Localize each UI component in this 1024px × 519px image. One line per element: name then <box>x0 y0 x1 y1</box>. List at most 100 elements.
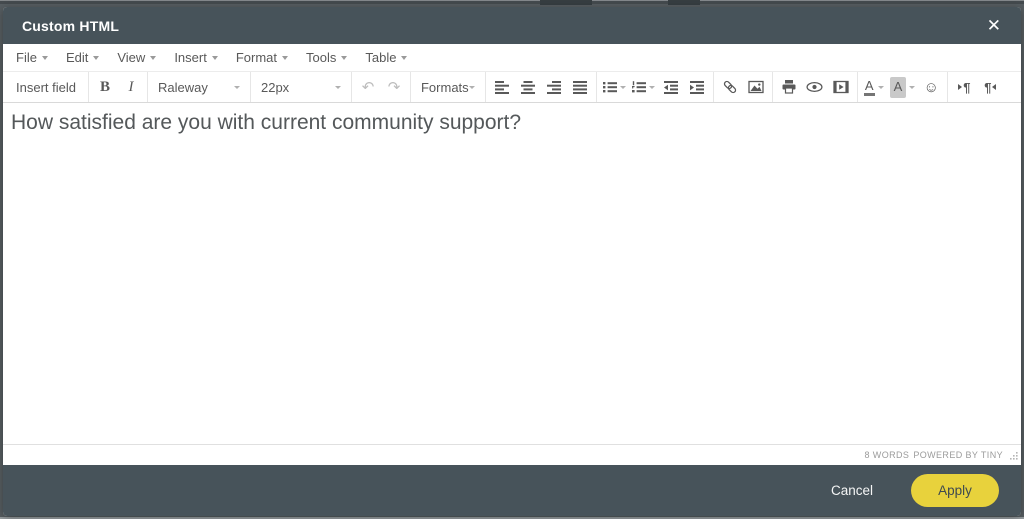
menu-format[interactable]: Format <box>227 44 297 71</box>
numbered-list-button[interactable] <box>629 74 658 100</box>
text-color-icon: A <box>863 79 875 96</box>
cancel-button[interactable]: Cancel <box>831 483 873 498</box>
insert-image-button[interactable] <box>743 74 769 100</box>
background-element <box>668 0 700 5</box>
toolbar-group-link-image <box>714 72 773 102</box>
chevron-down-icon <box>41 55 48 60</box>
indent-icon <box>689 81 704 94</box>
print-button[interactable] <box>776 74 802 100</box>
apply-button[interactable]: Apply <box>911 474 999 507</box>
dialog-header: Custom HTML ✕ <box>3 7 1021 44</box>
insert-field-button[interactable]: Insert field <box>7 74 85 100</box>
numbered-list-icon <box>631 81 646 93</box>
close-icon[interactable]: ✕ <box>985 15 1003 36</box>
redo-icon: ↷ <box>387 78 401 96</box>
background-color-icon: A <box>889 76 907 98</box>
toolbar-group-align <box>486 72 597 102</box>
background-color-button[interactable]: A <box>887 74 919 100</box>
toolbar-group-undo-redo: ↶ ↷ <box>352 72 411 102</box>
outdent-icon <box>663 81 678 94</box>
chevron-down-icon <box>233 85 240 89</box>
font-family-select[interactable]: Raleway <box>151 74 247 100</box>
toolbar-group-direction: ¶ ¶ <box>948 72 1006 102</box>
chevron-down-icon <box>648 85 655 89</box>
custom-html-dialog: Custom HTML ✕ File Edit View Insert Form… <box>3 7 1021 516</box>
bold-icon: B <box>99 78 110 95</box>
background-page-strip <box>0 0 1024 7</box>
branding-text: POWERED BY TINY <box>913 450 1003 460</box>
emoticons-button[interactable]: ☺ <box>918 74 944 100</box>
font-size-select[interactable]: 22px <box>254 74 348 100</box>
align-justify-button[interactable] <box>567 74 593 100</box>
link-icon <box>723 80 736 94</box>
italic-button[interactable]: I <box>118 74 144 100</box>
menu-view[interactable]: View <box>108 44 165 71</box>
chevron-down-icon <box>93 55 100 60</box>
rtl-button[interactable]: ¶ <box>977 74 1003 100</box>
dialog-footer: Cancel Apply <box>3 465 1021 516</box>
undo-icon: ↶ <box>361 78 375 96</box>
media-button[interactable] <box>828 74 854 100</box>
align-left-icon <box>494 81 509 94</box>
toolbar-group-basic: B I <box>89 72 148 102</box>
text-color-button[interactable]: A <box>861 74 887 100</box>
chevron-down-icon <box>877 85 884 89</box>
outdent-button[interactable] <box>658 74 684 100</box>
chevron-down-icon <box>468 85 475 89</box>
chevron-down-icon <box>282 55 288 60</box>
editor-content-area[interactable]: How satisfied are you with current commu… <box>3 103 1021 444</box>
dialog-title: Custom HTML <box>22 17 120 34</box>
align-justify-icon <box>572 81 587 94</box>
chevron-down-icon <box>619 85 626 89</box>
pilcrow-icon: ¶ <box>963 79 971 95</box>
chevron-down-icon <box>401 55 408 60</box>
align-center-button[interactable] <box>515 74 541 100</box>
insert-link-button[interactable] <box>717 74 743 100</box>
toolbar-group-fontfamily: Raleway <box>148 72 251 102</box>
chevron-down-icon <box>909 85 916 89</box>
ltr-arrow-icon <box>958 84 963 90</box>
redo-button[interactable]: ↷ <box>381 74 407 100</box>
editor-paragraph: How satisfied are you with current commu… <box>11 111 522 134</box>
background-element <box>540 0 592 5</box>
bullet-list-button[interactable] <box>600 74 629 100</box>
menu-insert[interactable]: Insert <box>165 44 227 71</box>
toolbar-group-insert-field: Insert field <box>4 72 89 102</box>
editor-toolbar: Insert field B I Raleway 22px ↶ ↷ Format… <box>3 72 1021 103</box>
bullet-list-icon <box>602 82 617 93</box>
resize-grip-icon[interactable] <box>1009 451 1018 460</box>
toolbar-group-fontsize: 22px <box>251 72 352 102</box>
smiley-icon: ☺ <box>923 78 939 96</box>
editor-statusbar: 8 WORDS POWERED BY TINY <box>3 444 1021 465</box>
toolbar-group-output <box>773 72 858 102</box>
menu-file[interactable]: File <box>7 44 57 71</box>
chevron-down-icon <box>150 55 157 60</box>
align-right-button[interactable] <box>541 74 567 100</box>
eye-icon <box>806 81 823 93</box>
undo-button[interactable]: ↶ <box>355 74 381 100</box>
chevron-down-icon <box>211 55 218 60</box>
image-icon <box>748 80 764 94</box>
chevron-down-icon <box>334 85 341 89</box>
rtl-arrow-icon <box>992 84 997 90</box>
toolbar-group-colors: A A ☺ <box>858 72 949 102</box>
preview-button[interactable] <box>802 74 828 100</box>
word-count: 8 WORDS <box>864 450 910 460</box>
menu-edit[interactable]: Edit <box>57 44 108 71</box>
indent-button[interactable] <box>684 74 710 100</box>
toolbar-group-formats: Formats <box>411 72 486 102</box>
align-left-button[interactable] <box>489 74 515 100</box>
bold-button[interactable]: B <box>92 74 118 100</box>
formats-select[interactable]: Formats <box>414 74 482 100</box>
align-right-icon <box>546 81 561 94</box>
menu-table[interactable]: Table <box>356 44 416 71</box>
menu-tools[interactable]: Tools <box>297 44 356 71</box>
italic-icon: I <box>128 78 134 95</box>
align-center-icon <box>520 81 535 94</box>
pilcrow-icon: ¶ <box>984 79 992 95</box>
print-icon <box>782 80 796 94</box>
chevron-down-icon <box>341 55 348 60</box>
toolbar-group-lists <box>597 72 714 102</box>
ltr-button[interactable]: ¶ <box>951 74 977 100</box>
media-icon <box>833 80 849 94</box>
